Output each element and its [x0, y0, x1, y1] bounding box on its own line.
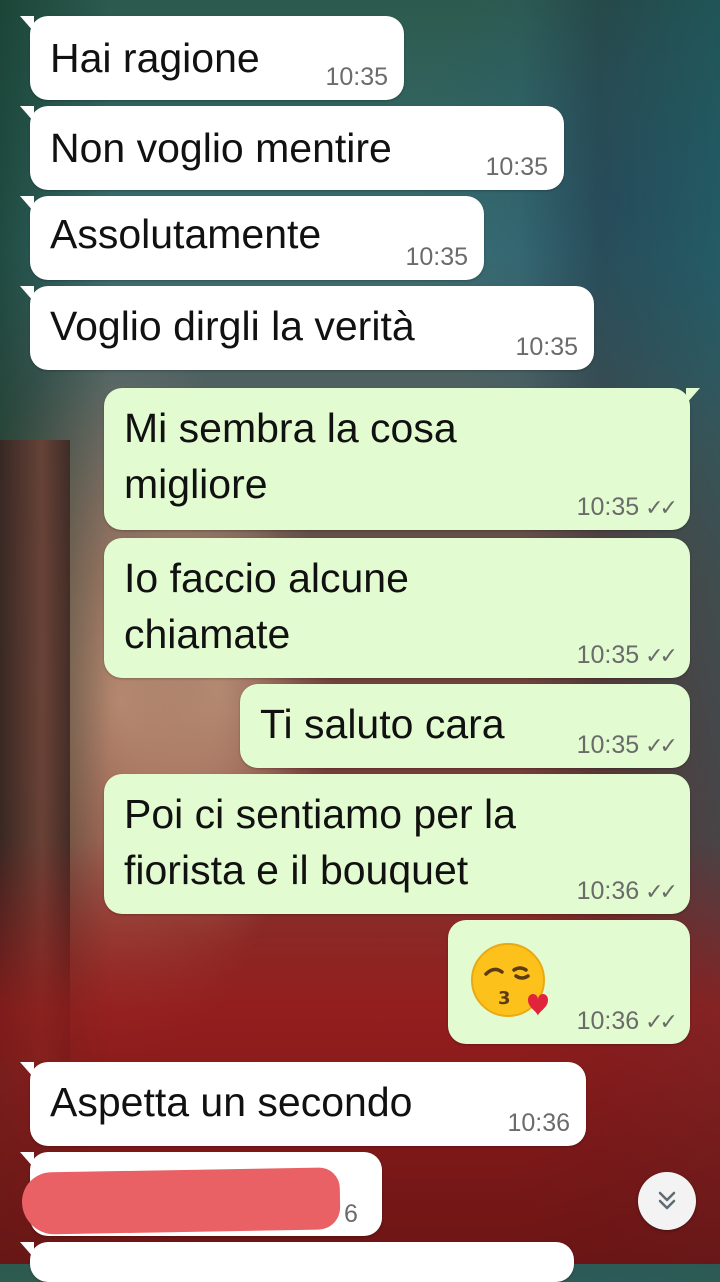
read-receipt-icon: ✓✓: [645, 733, 678, 758]
message-time-label: 10:35: [576, 641, 640, 669]
message-time-label: 10:35: [576, 493, 640, 521]
scroll-to-bottom-button[interactable]: [638, 1172, 696, 1230]
message-text: Mi sembra la cosa migliore: [124, 405, 457, 507]
read-receipt-icon: ✓✓: [645, 643, 678, 668]
message-text: Voglio dirgli la verità: [50, 303, 415, 349]
message-text: Poi ci sentiamo per la fiorista e il bou…: [124, 791, 516, 893]
message-outgoing[interactable]: Poi ci sentiamo per la fiorista e il bou…: [104, 774, 690, 914]
message-outgoing[interactable]: Ti saluto cara 10:35 ✓✓: [240, 684, 690, 768]
message-text: Hai ragione: [50, 35, 260, 81]
read-receipt-icon: ✓✓: [645, 495, 678, 520]
message-time: 10:35 ✓✓: [576, 731, 678, 760]
message-time-label: 10:35: [576, 731, 640, 759]
message-outgoing[interactable]: Io faccio alcune chiamate 10:35 ✓✓: [104, 538, 690, 678]
message-incoming[interactable]: Non voglio mentire 10:35: [20, 106, 564, 190]
message-incoming[interactable]: Voglio dirgli la verità 10:35: [20, 286, 594, 370]
message-text: Io faccio alcune chiamate: [124, 555, 409, 657]
message-incoming[interactable]: Aspetta un secondo 10:36: [20, 1062, 586, 1146]
kissing-face-with-heart-icon: 3: [471, 943, 548, 1017]
message-time: 10:35 ✓✓: [576, 493, 678, 522]
message-time-label: 10:36: [576, 877, 640, 905]
message-time: 10:35: [325, 63, 388, 91]
message-text: Aspetta un secondo: [50, 1079, 413, 1125]
message-time: 10:35 ✓✓: [576, 641, 678, 670]
message-incoming-partial[interactable]: [20, 1242, 574, 1282]
message-time: 6: [344, 1200, 358, 1228]
redaction-mark: [21, 1167, 341, 1235]
read-receipt-icon: ✓✓: [645, 1009, 678, 1034]
message-time: 10:35: [485, 153, 548, 181]
svg-text:3: 3: [498, 988, 511, 1009]
message-incoming[interactable]: Hai ragione 10:35: [20, 16, 404, 100]
message-time: 10:36: [507, 1109, 570, 1137]
message-text: Assolutamente: [50, 211, 322, 257]
message-outgoing[interactable]: Mi sembra la cosa migliore 10:35 ✓✓: [104, 388, 700, 530]
message-text: Ti saluto cara: [260, 701, 505, 747]
message-time: 10:35: [405, 243, 468, 271]
message-time: 10:36 ✓✓: [576, 877, 678, 906]
double-chevron-down-icon: [658, 1191, 676, 1210]
message-time: 10:36 ✓✓: [576, 1007, 678, 1036]
message-text: Non voglio mentire: [50, 125, 392, 171]
message-time-label: 10:36: [576, 1007, 640, 1035]
message-incoming[interactable]: Assolutamente 10:35: [20, 196, 484, 280]
message-time: 10:35: [515, 333, 578, 361]
read-receipt-icon: ✓✓: [645, 879, 678, 904]
